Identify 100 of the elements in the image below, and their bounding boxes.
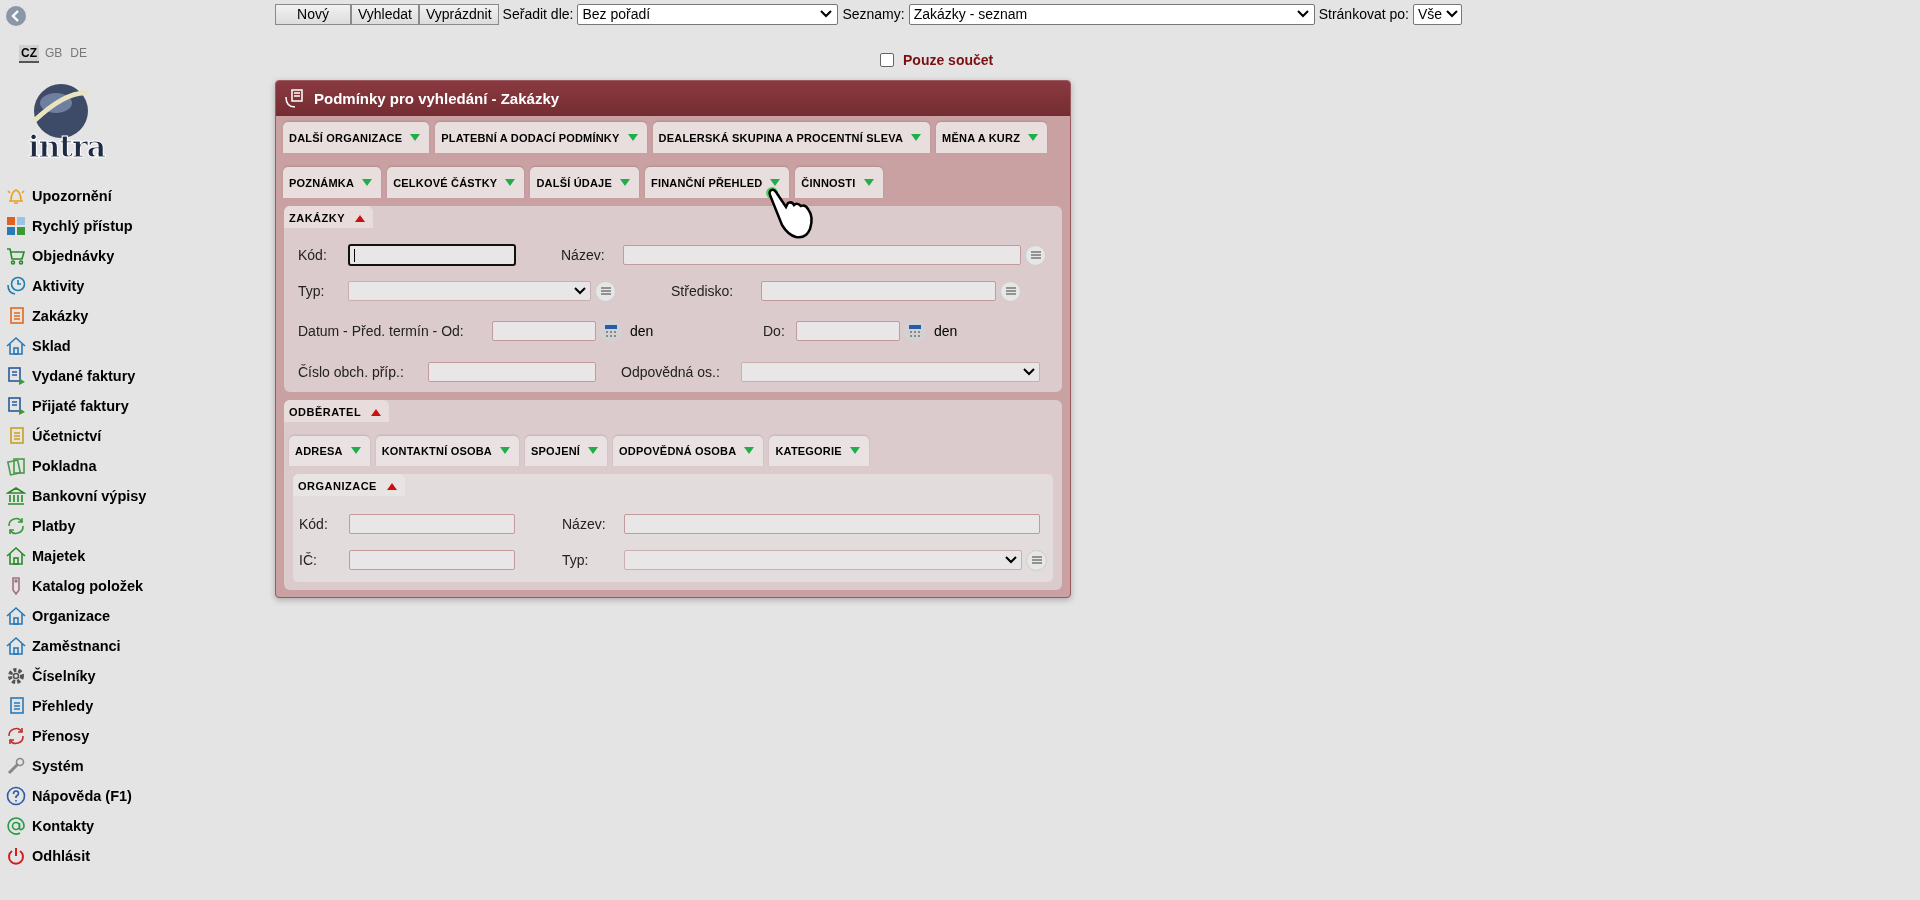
select-field[interactable] [741, 362, 1040, 382]
logo: intra [18, 81, 108, 167]
field-label: Číslo obch. příp.: [298, 364, 405, 380]
house-icon [6, 546, 26, 566]
panel-title: Podmínky pro vyhledání - Zakázky [314, 90, 560, 107]
at-icon [6, 816, 26, 836]
menu-item[interactable]: Rychlý přístup [6, 211, 265, 241]
menu-item[interactable]: Přehledy [6, 691, 265, 721]
tab[interactable]: PLATEBNÍ A DODACÍ PODMÍNKY [435, 122, 647, 153]
menu-item[interactable]: Zaměstnanci [6, 631, 265, 661]
menu-item[interactable]: Majetek [6, 541, 265, 571]
date-field[interactable] [492, 321, 596, 341]
input-field[interactable] [761, 281, 996, 301]
back-button[interactable] [6, 6, 26, 26]
calendar-button[interactable] [600, 320, 622, 342]
tab[interactable]: CELKOVÉ ČÁSTKY [387, 167, 525, 198]
field-label: Kód: [298, 247, 328, 263]
date-field[interactable] [796, 321, 900, 341]
menu-item[interactable]: Číselníky [6, 661, 265, 691]
menu-item[interactable]: Pokladna [6, 451, 265, 481]
menu-item[interactable]: Přijaté faktury [6, 391, 265, 421]
input-field[interactable] [349, 514, 515, 534]
chevron-down-icon [574, 287, 586, 295]
select-field[interactable]: Zakázky - seznam [908, 3, 1315, 25]
language-link[interactable]: GB [43, 45, 65, 63]
input-field[interactable] [623, 245, 1021, 265]
field-label: Typ: [562, 552, 590, 568]
document-arrow-icon [6, 366, 26, 386]
section-tab[interactable]: ZAKÁZKY [284, 206, 374, 228]
menu-item[interactable]: Odhlásit [6, 841, 265, 871]
wrench-icon [6, 756, 26, 776]
gear-icon [6, 666, 26, 686]
tab[interactable]: DALŠÍ ÚDAJE [530, 167, 639, 198]
menu-item[interactable]: Katalog položek [6, 571, 265, 601]
tab[interactable]: KATEGORIE [769, 436, 869, 466]
help-icon [6, 786, 26, 806]
checkbox[interactable] [880, 53, 894, 67]
list-button[interactable] [1000, 280, 1021, 302]
calendar-icon [604, 324, 618, 338]
tab[interactable]: DALŠÍ ORGANIZACE [283, 122, 430, 153]
toolbar-button[interactable]: Vyhledat [351, 3, 419, 25]
field-label: Název: [561, 247, 606, 263]
field-label: Datum - Před. termín - Od: [298, 323, 465, 339]
menu-item[interactable]: Upozornění [6, 181, 265, 211]
menu-item[interactable]: Sklad [6, 331, 265, 361]
banknotes-icon [6, 456, 26, 476]
list-icon [600, 287, 611, 295]
menu-item[interactable]: Organizace [6, 601, 265, 631]
list-button[interactable] [1025, 244, 1046, 266]
tiles-icon [6, 216, 26, 236]
input-field[interactable] [349, 550, 515, 570]
select-field[interactable]: Vše [1412, 3, 1462, 25]
tab[interactable]: ADRESA [289, 436, 370, 466]
menu-item[interactable]: Nápověda (F1) [6, 781, 265, 811]
language-link[interactable]: CZ [19, 45, 39, 63]
toolbar-button[interactable]: Nový [275, 3, 351, 25]
select-field[interactable]: Bez pořadí [577, 3, 839, 25]
toolbar-button[interactable]: Vyprázdnit [418, 3, 499, 25]
tab[interactable]: DEALERSKÁ SKUPINA A PROCENTNÍ SLEVA [652, 122, 931, 153]
tab[interactable]: KONTAKTNÍ OSOBA [375, 436, 519, 466]
tab[interactable]: ODPOVĚDNÁ OSOBA [613, 436, 764, 466]
menu-item[interactable]: Objednávky [6, 241, 265, 271]
select-label: Seznamy: [842, 6, 905, 22]
list-button[interactable] [595, 280, 616, 302]
tab[interactable]: SPOJENÍ [525, 436, 608, 466]
menu-item[interactable]: Zakázky [6, 301, 265, 331]
input-field[interactable] [624, 514, 1040, 534]
list-icon [1030, 251, 1041, 259]
bank-icon [6, 486, 26, 506]
tab[interactable]: ČINNOSTI [795, 167, 883, 198]
field-label: IČ: [299, 552, 318, 568]
tab[interactable]: POZNÁMKA [283, 167, 382, 198]
select-field[interactable] [348, 281, 591, 301]
menu-item[interactable]: Bankovní výpisy [6, 481, 265, 511]
select-field[interactable] [624, 550, 1022, 570]
house-icon [6, 336, 26, 356]
input-field[interactable] [348, 244, 516, 266]
list-button[interactable] [1026, 549, 1047, 571]
field-label: Název: [562, 516, 607, 532]
section-tab[interactable]: ODBĚRATEL [284, 400, 390, 422]
tab[interactable]: FINANČNÍ PŘEHLED [644, 167, 790, 198]
input-field[interactable] [428, 362, 596, 382]
chevron-down-icon [1023, 368, 1035, 376]
menu-item[interactable]: Kontakty [6, 811, 265, 841]
menu-item[interactable]: Přenosy [6, 721, 265, 751]
menu-item[interactable]: Systém [6, 751, 265, 781]
chevron-left-icon [11, 10, 21, 22]
menu-item[interactable]: Vydané faktury [6, 361, 265, 391]
tab[interactable]: MĚNA A KURZ [936, 122, 1048, 153]
section-tab[interactable]: ORGANIZACE [293, 474, 405, 496]
chevron-down-icon [1296, 10, 1309, 18]
menu-item[interactable]: Platby [6, 511, 265, 541]
list-icon [1005, 287, 1016, 295]
unit-label: den [630, 323, 654, 339]
power-icon [6, 846, 26, 866]
calendar-button[interactable] [904, 320, 926, 342]
menu-item[interactable]: Účetnictví [6, 421, 265, 451]
language-link[interactable]: DE [68, 45, 89, 63]
bell-icon [6, 186, 26, 206]
menu-item[interactable]: Aktivity [6, 271, 265, 301]
